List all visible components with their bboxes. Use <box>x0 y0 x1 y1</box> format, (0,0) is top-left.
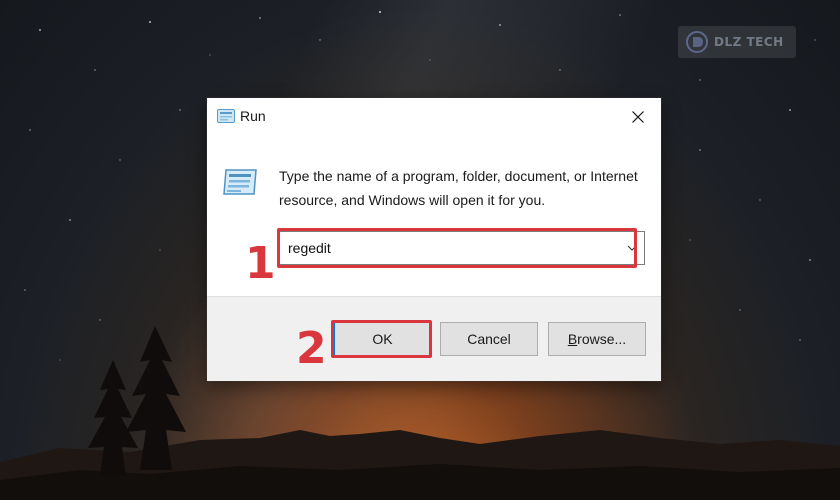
browse-button[interactable]: Browse... <box>548 322 646 356</box>
open-input-value[interactable]: regedit <box>288 240 331 256</box>
close-icon <box>632 111 644 123</box>
step1-number: 1 <box>245 238 276 289</box>
close-button[interactable] <box>615 98 661 136</box>
window-title: Run <box>240 108 266 124</box>
watermark-logo-icon <box>686 31 708 53</box>
watermark: DLZ TECH <box>678 26 796 58</box>
browse-accelerator: B <box>567 331 578 347</box>
instruction-text: Type the name of a program, folder, docu… <box>279 168 638 208</box>
cancel-button[interactable]: Cancel <box>440 322 538 356</box>
run-icon <box>217 109 235 123</box>
ok-button[interactable]: OK <box>334 322 431 356</box>
watermark-text: DLZ TECH <box>714 35 784 49</box>
step2-number: 2 <box>296 323 327 374</box>
open-combobox[interactable]: regedit <box>279 231 645 265</box>
chevron-down-icon[interactable] <box>626 242 638 254</box>
browse-label-rest: rowse... <box>577 331 627 347</box>
button-bar: OK Cancel Browse... <box>207 296 661 381</box>
run-program-icon <box>223 169 257 195</box>
title-bar[interactable]: Run <box>207 98 661 136</box>
